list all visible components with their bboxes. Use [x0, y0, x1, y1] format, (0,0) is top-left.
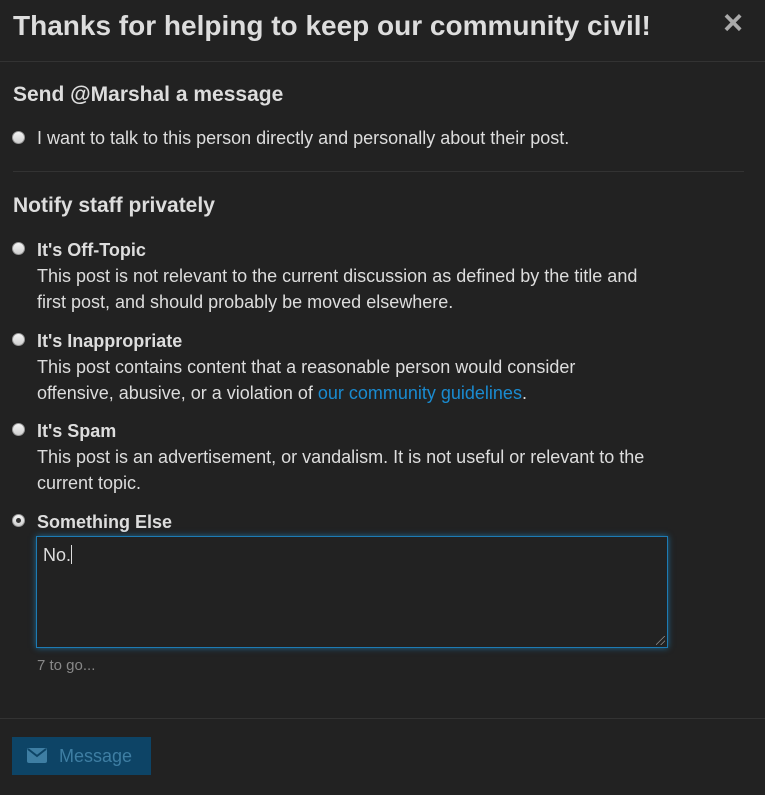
inappropriate-description: This post contains content that a reason… [37, 354, 647, 406]
spam-description: This post is an advertisement, or vandal… [37, 447, 645, 493]
radio-something-else[interactable] [12, 514, 25, 527]
message-textarea[interactable]: No. [36, 536, 668, 648]
modal-title: Thanks for helping to keep our community… [13, 10, 651, 41]
message-section-heading: Send @Marshal a message [13, 83, 284, 106]
radio-inappropriate[interactable] [12, 333, 25, 346]
resize-grip-icon[interactable] [656, 636, 665, 645]
something-else-label[interactable]: Something Else [37, 512, 172, 533]
inappropriate-description-end: . [521, 383, 527, 403]
envelope-icon [27, 748, 47, 763]
section-divider [13, 171, 744, 172]
close-icon[interactable]: × [723, 6, 743, 40]
spam-label[interactable]: It's Spam [37, 421, 116, 442]
community-guidelines-link[interactable]: our community guidelines [318, 383, 522, 403]
radio-spam[interactable] [12, 423, 25, 436]
inappropriate-label[interactable]: It's Inappropriate [37, 331, 182, 352]
textarea-value: No. [43, 545, 72, 565]
message-button-label: Message [59, 746, 133, 766]
modal-footer: Message [0, 718, 765, 795]
modal-header: Thanks for helping to keep our community… [0, 0, 765, 62]
character-counter: 7 to go... [37, 657, 96, 674]
radio-off-topic[interactable] [12, 242, 25, 255]
off-topic-description: This post is not relevant to the current… [37, 266, 638, 312]
message-user-option-label[interactable]: I want to talk to this person directly a… [37, 128, 569, 149]
off-topic-label[interactable]: It's Off-Topic [37, 240, 146, 261]
message-button[interactable]: Message [12, 737, 151, 775]
text-caret [71, 545, 73, 564]
staff-section-heading: Notify staff privately [13, 194, 215, 217]
radio-message-user[interactable] [12, 131, 25, 144]
